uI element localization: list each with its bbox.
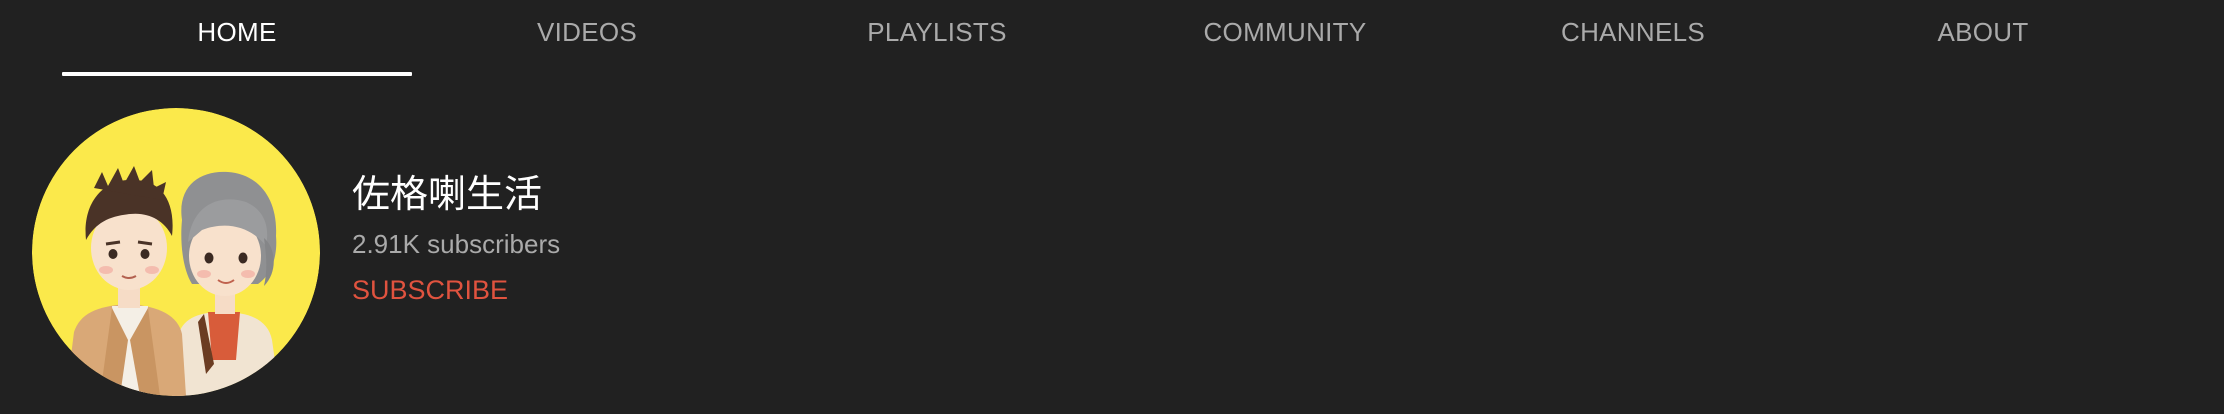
tab-channels[interactable]: CHANNELS — [1458, 0, 1808, 76]
tab-label: ABOUT — [1937, 17, 2029, 47]
tab-community[interactable]: COMMUNITY — [1110, 0, 1460, 76]
tab-label: VIDEOS — [536, 17, 638, 47]
cartoon-couple-avatar-icon — [32, 108, 320, 396]
channel-name[interactable]: 佐格喇生活 — [352, 170, 560, 218]
channel-info: 佐格喇生活 2.91K subscribers SUBSCRIBE — [352, 170, 560, 306]
channel-tabs: HOME VIDEOS PLAYLISTS COMMUNITY CHANNELS… — [0, 0, 2224, 76]
channel-avatar[interactable] — [32, 108, 320, 396]
tab-label: PLAYLISTS — [867, 17, 1007, 47]
tab-label: COMMUNITY — [1203, 17, 1367, 47]
tab-label: HOME — [197, 17, 277, 47]
active-tab-indicator — [62, 72, 412, 76]
tab-label: CHANNELS — [1561, 17, 1705, 47]
tab-playlists[interactable]: PLAYLISTS — [762, 0, 1112, 76]
subscribe-button[interactable]: SUBSCRIBE — [352, 274, 508, 306]
tab-home[interactable]: HOME — [62, 0, 412, 76]
subscriber-count: 2.91K subscribers — [352, 229, 561, 259]
tab-videos[interactable]: VIDEOS — [412, 0, 762, 76]
tab-about[interactable]: ABOUT — [1808, 0, 2158, 76]
